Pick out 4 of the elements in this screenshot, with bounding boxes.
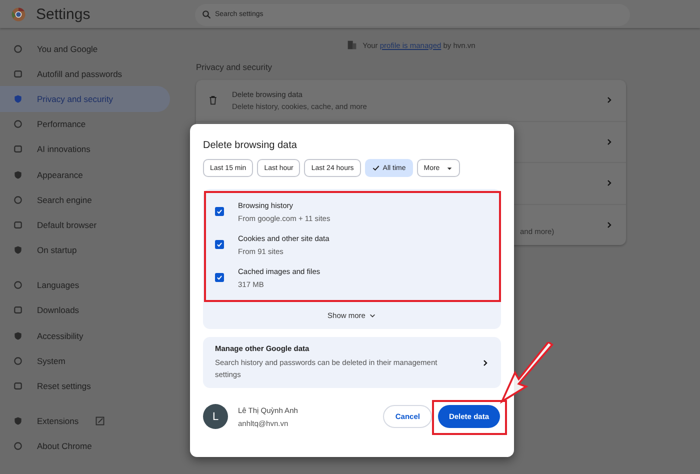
avatar: L bbox=[203, 404, 228, 429]
section-title: Privacy and security bbox=[196, 62, 274, 74]
dialog-title: Delete browsing data bbox=[203, 140, 298, 151]
app-title: Settings bbox=[36, 6, 90, 22]
